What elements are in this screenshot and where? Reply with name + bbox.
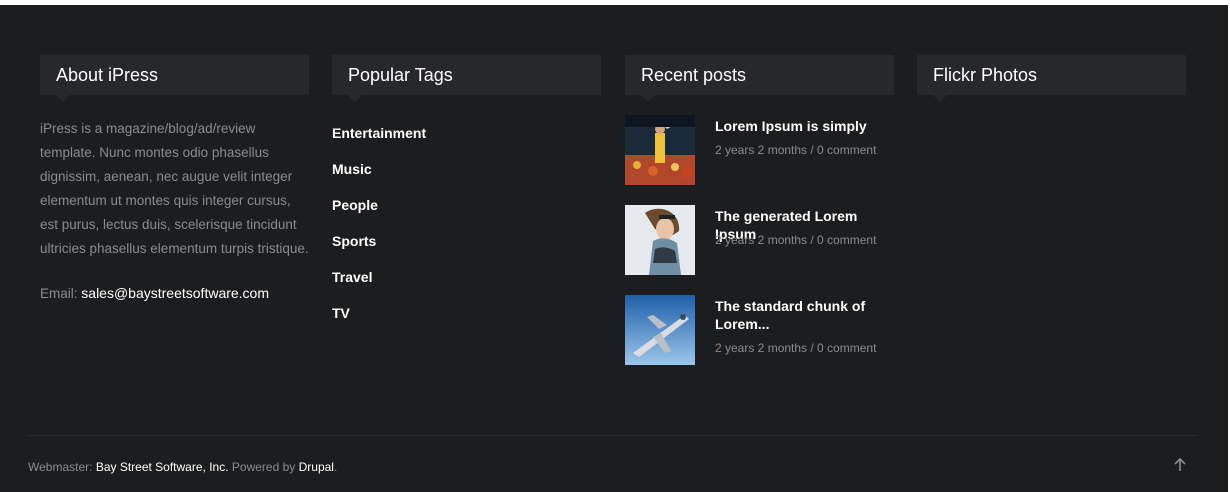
post-item: The standard chunk of Lorem... 2 years 2…	[625, 295, 894, 365]
heading-pointer	[641, 95, 655, 102]
post-title[interactable]: Lorem Ipsum is simply	[715, 117, 897, 135]
post-thumbnail-airplane[interactable]	[625, 295, 695, 365]
tag-list: Entertainment Music People Sports Travel…	[332, 123, 601, 339]
tag-music[interactable]: Music	[332, 159, 601, 195]
post-meta: 2 years 2 months / 0 comment	[715, 233, 877, 247]
footer-divider	[28, 435, 1198, 436]
post-item: Lorem Ipsum is simply 2 years 2 months /…	[625, 115, 894, 185]
flickr-column: Flickr Photos	[917, 55, 1186, 102]
tag-travel[interactable]: Travel	[332, 267, 601, 303]
tag-entertainment[interactable]: Entertainment	[332, 123, 601, 159]
about-heading-text: About iPress	[56, 65, 159, 85]
recent-heading-text: Recent posts	[641, 65, 747, 85]
email-line: Email: sales@baystreetsoftware.com	[40, 285, 309, 301]
recent-heading: Recent posts	[625, 55, 894, 102]
heading-pointer	[933, 95, 947, 102]
tag-sports[interactable]: Sports	[332, 231, 601, 267]
flickr-heading: Flickr Photos	[917, 55, 1186, 102]
drupal-link[interactable]: Drupal	[299, 460, 334, 474]
email-link[interactable]: sales@baystreetsoftware.com	[81, 285, 269, 301]
post-meta: 2 years 2 months / 0 comment	[715, 143, 877, 157]
post-item: The generated Lorem Ipsum 2 years 2 mont…	[625, 205, 894, 275]
tags-column: Popular Tags Entertainment Music People …	[332, 55, 601, 339]
post-title[interactable]: The standard chunk of Lorem...	[715, 297, 897, 333]
about-text: iPress is a magazine/blog/ad/review temp…	[40, 121, 309, 256]
site-footer: About iPress iPress is a magazine/blog/a…	[0, 5, 1228, 492]
post-thumbnail-stadium[interactable]	[625, 115, 695, 185]
arrow-up-icon[interactable]	[1172, 457, 1188, 473]
about-column: About iPress iPress is a magazine/blog/a…	[40, 55, 309, 301]
heading-pointer	[348, 95, 362, 102]
tags-heading-text: Popular Tags	[348, 65, 453, 85]
post-meta: 2 years 2 months / 0 comment	[715, 341, 877, 355]
post-list: Lorem Ipsum is simply 2 years 2 months /…	[625, 115, 894, 365]
email-label: Email:	[40, 286, 78, 301]
tag-people[interactable]: People	[332, 195, 601, 231]
about-heading: About iPress	[40, 55, 309, 102]
post-thumbnail-portrait[interactable]	[625, 205, 695, 275]
tag-tv[interactable]: TV	[332, 303, 601, 339]
heading-pointer	[56, 95, 70, 102]
powered-label: Powered by	[231, 460, 296, 474]
tags-heading: Popular Tags	[332, 55, 601, 102]
recent-posts-column: Recent posts Lorem Ipsum is simply 2 yea…	[625, 55, 894, 385]
webmaster-link[interactable]: Bay Street Software, Inc.	[96, 460, 229, 474]
flickr-heading-text: Flickr Photos	[933, 65, 1038, 85]
webmaster-label: Webmaster:	[28, 460, 93, 474]
footer-credits: Webmaster: Bay Street Software, Inc. Pow…	[28, 460, 337, 474]
credits-end: .	[333, 460, 338, 474]
